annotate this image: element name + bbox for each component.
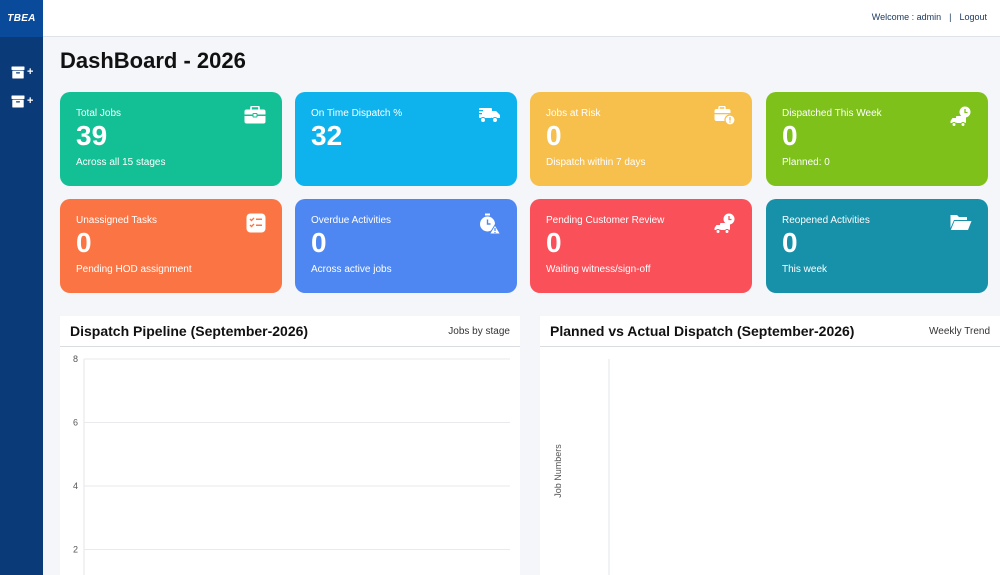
task-list-icon bbox=[246, 213, 266, 233]
truck-clock-icon bbox=[950, 106, 971, 127]
add-archive-button-2[interactable]: + bbox=[11, 92, 39, 110]
top-bar: Welcome : admin | Logout bbox=[43, 0, 1000, 37]
y-tick-label: 8 bbox=[73, 354, 78, 364]
card-subtext: Pending HOD assignment bbox=[76, 264, 192, 275]
card-value: 39 bbox=[76, 120, 108, 151]
card-label: Pending Customer Review bbox=[546, 215, 665, 226]
y-tick-label: 6 bbox=[73, 418, 78, 428]
add-archive-button[interactable]: + bbox=[11, 63, 39, 81]
card-value: 0 bbox=[546, 227, 562, 258]
card-value: 32 bbox=[311, 120, 343, 151]
card-unassigned-tasks[interactable]: Unassigned Tasks 0 Pending HOD assignmen… bbox=[60, 199, 282, 293]
archive-box-icon bbox=[11, 95, 25, 107]
logout-link[interactable]: Logout bbox=[959, 12, 987, 22]
card-value: 0 bbox=[782, 120, 798, 151]
card-pending-customer-review[interactable]: Pending Customer Review 0 Waiting witnes… bbox=[530, 199, 752, 293]
card-value: 0 bbox=[782, 227, 798, 258]
card-dispatched-this-week[interactable]: Dispatched This Week 0 Planned: 0 bbox=[766, 92, 988, 186]
card-subtext: This week bbox=[782, 264, 828, 275]
sidebar: TBEA + + bbox=[0, 0, 43, 575]
card-label: Overdue Activities bbox=[311, 215, 392, 226]
panel-title: Planned vs Actual Dispatch (September-20… bbox=[550, 323, 855, 339]
card-subtext: Planned: 0 bbox=[782, 157, 830, 168]
folder-open-icon bbox=[950, 215, 972, 230]
separator: | bbox=[949, 12, 952, 22]
card-value: 0 bbox=[311, 227, 327, 258]
stopwatch-alert-icon bbox=[480, 213, 501, 235]
plus-icon: + bbox=[27, 65, 34, 78]
planned-chart: Job Numbers bbox=[553, 359, 610, 575]
panel-title: Dispatch Pipeline (September-2026) bbox=[70, 323, 309, 339]
panel-header: Planned vs Actual Dispatch (September-20… bbox=[540, 316, 1000, 347]
archive-box-icon bbox=[11, 66, 25, 78]
pipeline-chart: 8 6 4 2 bbox=[73, 354, 510, 575]
panel-header: Dispatch Pipeline (September-2026) Jobs … bbox=[60, 316, 520, 347]
page-title: DashBoard - 2026 bbox=[60, 48, 246, 73]
y-axis-label: Job Numbers bbox=[553, 444, 563, 498]
card-reopened-activities[interactable]: Reopened Activities 0 This week bbox=[766, 199, 988, 293]
welcome-text: Welcome : admin bbox=[871, 12, 942, 22]
panel-subtitle: Jobs by stage bbox=[448, 325, 510, 337]
card-label: Dispatched This Week bbox=[782, 108, 882, 119]
planned-vs-actual-panel: Planned vs Actual Dispatch (September-20… bbox=[540, 316, 1000, 575]
briefcase-alert-icon bbox=[714, 106, 736, 126]
card-subtext: Across active jobs bbox=[311, 264, 392, 275]
briefcase-icon bbox=[244, 106, 266, 124]
card-label: On Time Dispatch % bbox=[311, 108, 403, 119]
card-label: Reopened Activities bbox=[782, 215, 870, 226]
card-label: Jobs at Risk bbox=[546, 108, 601, 119]
card-on-time-dispatch[interactable]: On Time Dispatch % 32 bbox=[295, 92, 517, 186]
plus-icon: + bbox=[27, 94, 34, 107]
card-total-jobs[interactable]: Total Jobs 39 Across all 15 stages bbox=[60, 92, 282, 186]
truck-fast-icon bbox=[477, 108, 500, 123]
card-jobs-at-risk[interactable]: Jobs at Risk 0 Dispatch within 7 days bbox=[530, 92, 752, 186]
card-subtext: Waiting witness/sign-off bbox=[546, 264, 651, 275]
card-label: Unassigned Tasks bbox=[76, 215, 157, 226]
card-value: 0 bbox=[76, 227, 92, 258]
card-label: Total Jobs bbox=[76, 108, 122, 119]
app-logo[interactable]: TBEA bbox=[0, 0, 43, 37]
truck-clock-icon bbox=[714, 213, 735, 234]
y-tick-label: 4 bbox=[73, 481, 78, 491]
y-tick-label: 2 bbox=[73, 545, 78, 555]
card-subtext: Across all 15 stages bbox=[76, 157, 166, 168]
card-value: 0 bbox=[546, 120, 562, 151]
card-overdue-activities[interactable]: Overdue Activities 0 Across active jobs bbox=[295, 199, 517, 293]
dispatch-pipeline-panel: Dispatch Pipeline (September-2026) Jobs … bbox=[60, 316, 520, 575]
panel-subtitle: Weekly Trend bbox=[929, 325, 990, 337]
card-subtext: Dispatch within 7 days bbox=[546, 157, 646, 168]
